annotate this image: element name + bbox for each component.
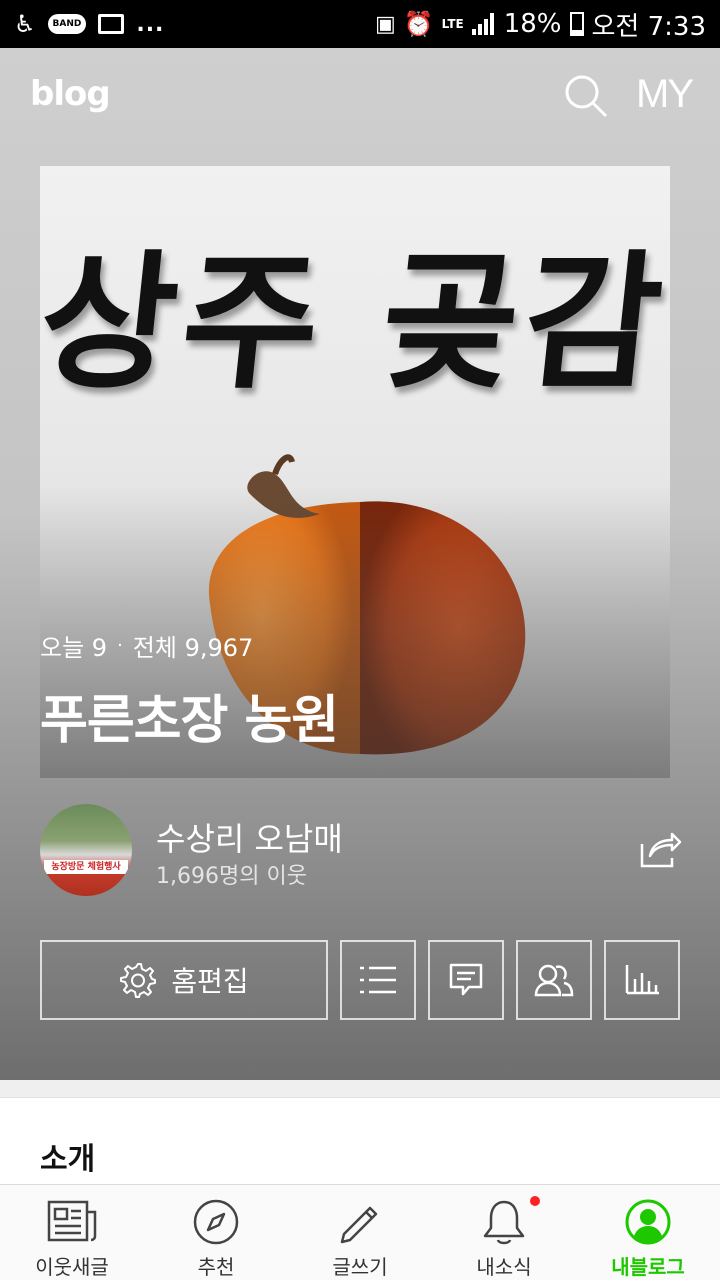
alarm-icon: ⏰ — [403, 10, 434, 38]
list-icon — [360, 966, 396, 994]
battery-percent: 18% — [503, 9, 562, 39]
visits-today: 오늘 9 — [40, 634, 108, 662]
status-bar: ♿ BAND ... ▣ ⏰ LTE 18% 오전 7:33 — [0, 0, 720, 48]
battery-icon — [569, 12, 584, 36]
owner-profile: 농장방문 체험행사 수상리 오남매 1,696명의 이웃 — [40, 800, 682, 900]
intro-section-title: 소개 — [40, 1142, 96, 1177]
my-button[interactable]: MY — [636, 72, 694, 117]
visits-total: 전체 9,967 — [132, 634, 254, 662]
blog-cover: 상주 곶감 — [0, 48, 720, 1080]
nav-my-blog[interactable]: 내블로그 — [576, 1185, 720, 1280]
avatar-banner-text: 농장방문 체험행사 — [44, 860, 128, 874]
share-icon[interactable] — [638, 830, 682, 870]
accessibility-icon: ♿ — [14, 10, 36, 38]
people-icon — [534, 964, 574, 997]
visit-stats: 오늘 9 · 전체 9,967 — [40, 628, 253, 663]
nav-notifications[interactable]: 내소식 — [432, 1185, 576, 1280]
more-notifications: ... — [136, 11, 165, 37]
signal-icon — [471, 13, 494, 35]
nav-label: 이웃새글 — [35, 1255, 109, 1279]
band-app-icon: BAND — [47, 14, 87, 34]
section-divider — [0, 1080, 720, 1098]
nav-recommend[interactable]: 추천 — [144, 1185, 288, 1280]
neighbor-count[interactable]: 1,696명의 이웃 — [156, 858, 307, 890]
guestbook-button[interactable] — [428, 940, 504, 1020]
nav-write[interactable]: 글쓰기 — [288, 1185, 432, 1280]
bottom-navigation: 이웃새글 추천 글쓰기 내소식 내블로그 — [0, 1184, 720, 1280]
news-icon — [46, 1197, 98, 1247]
post-list-button[interactable] — [340, 940, 416, 1020]
home-edit-button[interactable]: 홈편집 — [40, 940, 328, 1020]
blog-title: 푸른초장 농원 — [40, 691, 339, 751]
statistics-button[interactable] — [604, 940, 680, 1020]
comment-icon — [449, 963, 483, 996]
nav-label: 추천 — [197, 1255, 235, 1279]
nav-neighbor-posts[interactable]: 이웃새글 — [0, 1185, 144, 1280]
pencil-icon — [334, 1197, 386, 1247]
search-icon[interactable] — [562, 72, 610, 120]
owner-name[interactable]: 수상리 오남매 — [156, 814, 343, 860]
mail-icon — [98, 14, 125, 34]
nav-label: 글쓰기 — [332, 1255, 388, 1279]
blog-actions: 홈편집 — [40, 940, 680, 1020]
neighbors-button[interactable] — [516, 940, 592, 1020]
home-edit-label: 홈편집 — [171, 965, 249, 998]
top-bar: blog MY — [0, 48, 720, 144]
bar-chart-icon — [625, 965, 659, 995]
nav-label: 내블로그 — [611, 1255, 685, 1279]
lte-indicator: LTE — [441, 17, 464, 31]
clock: 오전 7:33 — [591, 11, 707, 42]
cover-calligraphy: 상주 곶감 — [40, 235, 670, 409]
visits-separator: · — [117, 635, 123, 656]
blog-logo[interactable]: blog — [30, 74, 111, 114]
avatar[interactable]: 농장방문 체험행사 — [40, 804, 132, 896]
compass-icon — [190, 1197, 242, 1247]
new-notification-badge — [530, 1196, 540, 1206]
gear-icon — [120, 963, 157, 998]
nav-label: 내소식 — [476, 1255, 532, 1279]
bell-icon — [478, 1197, 530, 1247]
profile-icon — [622, 1197, 674, 1247]
vibrate-icon: ▣ — [374, 11, 396, 37]
